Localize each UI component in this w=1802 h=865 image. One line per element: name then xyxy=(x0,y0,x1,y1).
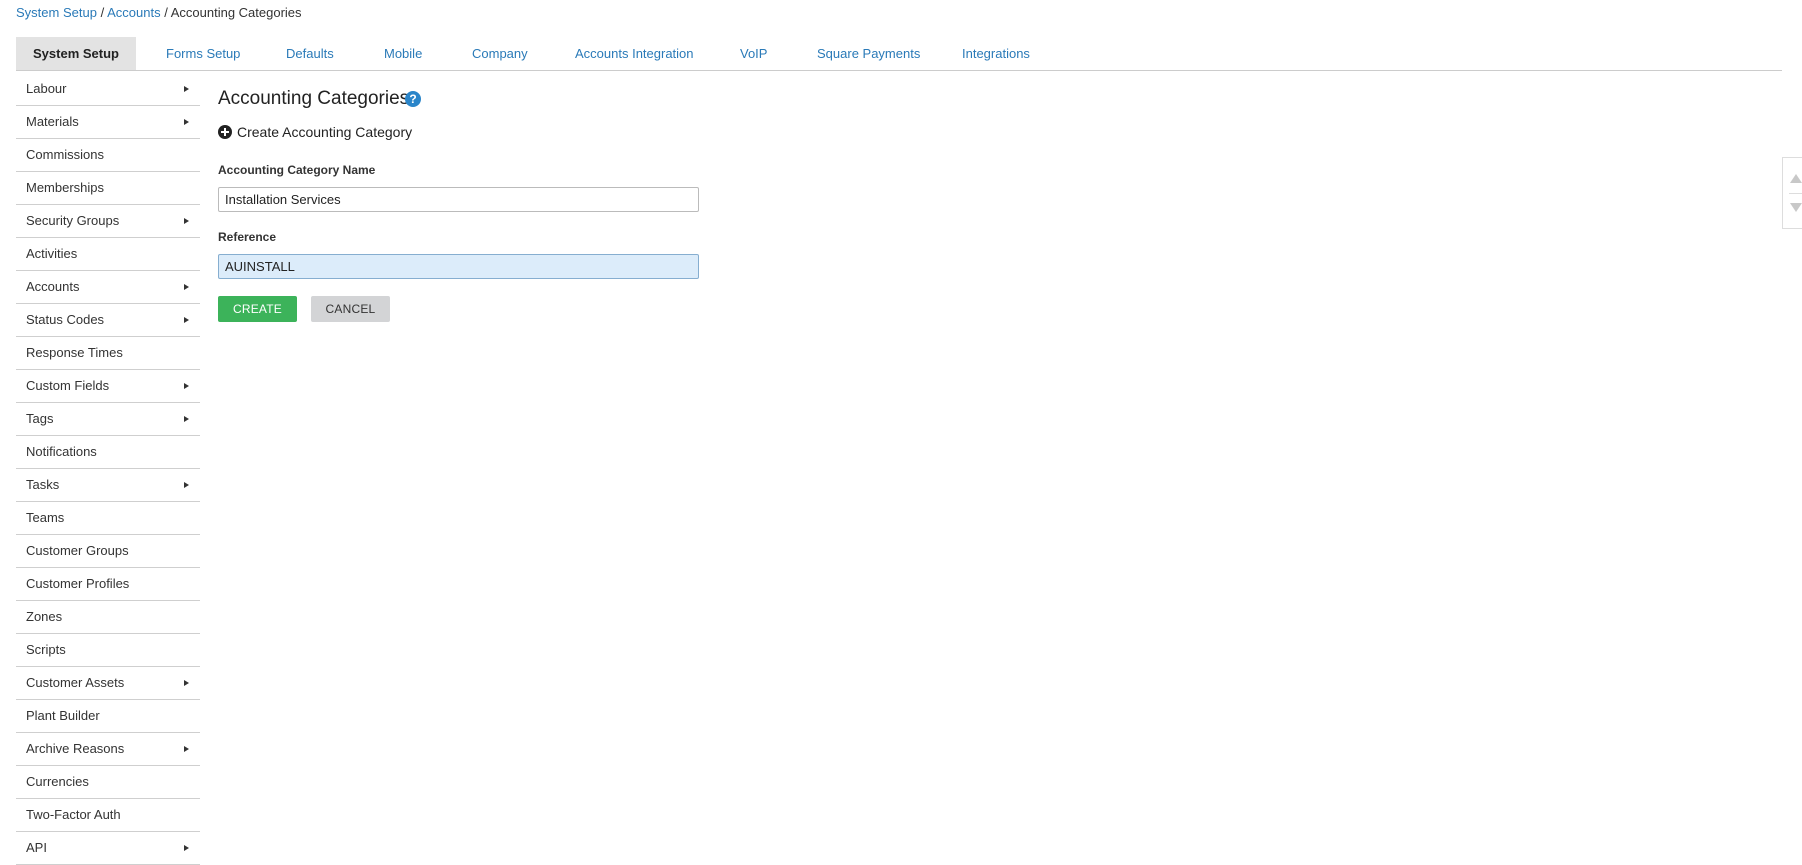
sidebar-item-customer-profiles[interactable]: Customer Profiles xyxy=(16,568,200,601)
sidebar-item-currencies[interactable]: Currencies xyxy=(16,766,200,799)
chevron-right-icon xyxy=(184,218,189,224)
breadcrumb-current: Accounting Categories xyxy=(170,5,302,20)
tab-defaults[interactable]: Defaults xyxy=(286,37,334,70)
top-tab-bar: System Setup Forms Setup Defaults Mobile… xyxy=(16,37,1782,71)
sidebar-item-label: Commissions xyxy=(26,147,105,162)
breadcrumb: System Setup / Accounts / Accounting Cat… xyxy=(16,5,302,20)
sidebar-item-label: Notifications xyxy=(26,444,97,459)
sidebar-item-label: Accounts xyxy=(26,279,80,294)
sidebar-item-notifications[interactable]: Notifications xyxy=(16,436,200,469)
reference-input[interactable] xyxy=(218,254,699,279)
help-icon[interactable]: ? xyxy=(405,91,421,107)
sidebar-item-activities[interactable]: Activities xyxy=(16,238,200,271)
sidebar-item-label: Customer Assets xyxy=(26,675,125,690)
tab-company[interactable]: Company xyxy=(472,37,528,70)
tab-square-payments[interactable]: Square Payments xyxy=(817,37,920,70)
breadcrumb-separator: / xyxy=(100,5,105,20)
tab-forms-setup[interactable]: Forms Setup xyxy=(166,37,240,70)
create-button[interactable]: CREATE xyxy=(218,296,297,322)
breadcrumb-separator: / xyxy=(164,5,168,20)
cancel-button[interactable]: CANCEL xyxy=(311,296,390,322)
scroll-widget xyxy=(1782,157,1802,229)
sidebar-item-tasks[interactable]: Tasks xyxy=(16,469,200,502)
sidebar-item-customer-groups[interactable]: Customer Groups xyxy=(16,535,200,568)
scroll-up-arrow-icon[interactable] xyxy=(1790,174,1802,183)
sidebar-item-label: Status Codes xyxy=(26,312,105,327)
chevron-right-icon xyxy=(184,86,189,92)
breadcrumb-link-system-setup[interactable]: System Setup xyxy=(16,5,97,20)
sidebar-item-zones[interactable]: Zones xyxy=(16,601,200,634)
chevron-right-icon xyxy=(184,680,189,686)
tab-accounts-integration[interactable]: Accounts Integration xyxy=(575,37,694,70)
sidebar-item-label: Tasks xyxy=(26,477,60,492)
sidebar-item-status-codes[interactable]: Status Codes xyxy=(16,304,200,337)
sidebar-nav: Labour Materials Commissions Memberships… xyxy=(16,73,200,865)
chevron-right-icon xyxy=(184,416,189,422)
sidebar-item-label: Custom Fields xyxy=(26,378,110,393)
plus-circle-icon xyxy=(218,125,232,139)
category-name-label: Accounting Category Name xyxy=(218,163,376,177)
sidebar-item-teams[interactable]: Teams xyxy=(16,502,200,535)
reference-label: Reference xyxy=(218,230,277,244)
sidebar-item-plant-builder[interactable]: Plant Builder xyxy=(16,700,200,733)
sidebar-item-archive-reasons[interactable]: Archive Reasons xyxy=(16,733,200,766)
sidebar-item-two-factor-auth[interactable]: Two-Factor Auth xyxy=(16,799,200,832)
sidebar-item-api[interactable]: API xyxy=(16,832,200,865)
sidebar-item-label: Materials xyxy=(26,114,79,129)
category-name-input[interactable] xyxy=(218,187,699,212)
sidebar-item-tags[interactable]: Tags xyxy=(16,403,200,436)
tab-voip[interactable]: VoIP xyxy=(740,37,767,70)
sidebar-item-label: Scripts xyxy=(26,642,66,657)
chevron-right-icon xyxy=(184,383,189,389)
scroll-down-arrow-icon[interactable] xyxy=(1790,203,1802,212)
chevron-right-icon xyxy=(184,317,189,323)
page-title: Accounting Categories xyxy=(218,88,410,109)
sidebar-item-label: Labour xyxy=(26,81,67,96)
chevron-right-icon xyxy=(184,482,189,488)
sidebar-item-security-groups[interactable]: Security Groups xyxy=(16,205,200,238)
sidebar-item-label: Zones xyxy=(26,609,63,624)
sidebar-item-label: Response Times xyxy=(26,345,123,360)
sidebar-item-response-times[interactable]: Response Times xyxy=(16,337,200,370)
sidebar-item-label: Customer Groups xyxy=(26,543,129,558)
sidebar-item-labour[interactable]: Labour xyxy=(16,73,200,106)
sidebar-item-label: Tags xyxy=(26,411,54,426)
scroll-divider xyxy=(1789,193,1802,194)
tab-system-setup[interactable]: System Setup xyxy=(16,37,136,70)
sidebar-item-scripts[interactable]: Scripts xyxy=(16,634,200,667)
sidebar-item-label: Archive Reasons xyxy=(26,741,125,756)
sidebar-item-label: Teams xyxy=(26,510,65,525)
chevron-right-icon xyxy=(184,284,189,290)
sidebar-item-label: Currencies xyxy=(26,774,89,789)
sidebar-item-commissions[interactable]: Commissions xyxy=(16,139,200,172)
create-heading-text: Create Accounting Category xyxy=(237,124,413,140)
sidebar-item-memberships[interactable]: Memberships xyxy=(16,172,200,205)
sidebar-item-label: Security Groups xyxy=(26,213,120,228)
sidebar-item-label: API xyxy=(26,840,47,855)
chevron-right-icon xyxy=(184,746,189,752)
tab-integrations[interactable]: Integrations xyxy=(962,37,1030,70)
sidebar-item-label: Memberships xyxy=(26,180,105,195)
breadcrumb-link-accounts[interactable]: Accounts xyxy=(107,5,160,20)
sidebar-item-label: Plant Builder xyxy=(26,708,100,723)
sidebar-item-label: Two-Factor Auth xyxy=(26,807,121,822)
sidebar-item-accounts[interactable]: Accounts xyxy=(16,271,200,304)
sidebar-item-materials[interactable]: Materials xyxy=(16,106,200,139)
sidebar-item-customer-assets[interactable]: Customer Assets xyxy=(16,667,200,700)
sidebar-item-label: Customer Profiles xyxy=(26,576,130,591)
tab-mobile[interactable]: Mobile xyxy=(384,37,422,70)
sidebar-item-custom-fields[interactable]: Custom Fields xyxy=(16,370,200,403)
sidebar-item-label: Activities xyxy=(26,246,78,261)
chevron-right-icon xyxy=(184,845,189,851)
chevron-right-icon xyxy=(184,119,189,125)
